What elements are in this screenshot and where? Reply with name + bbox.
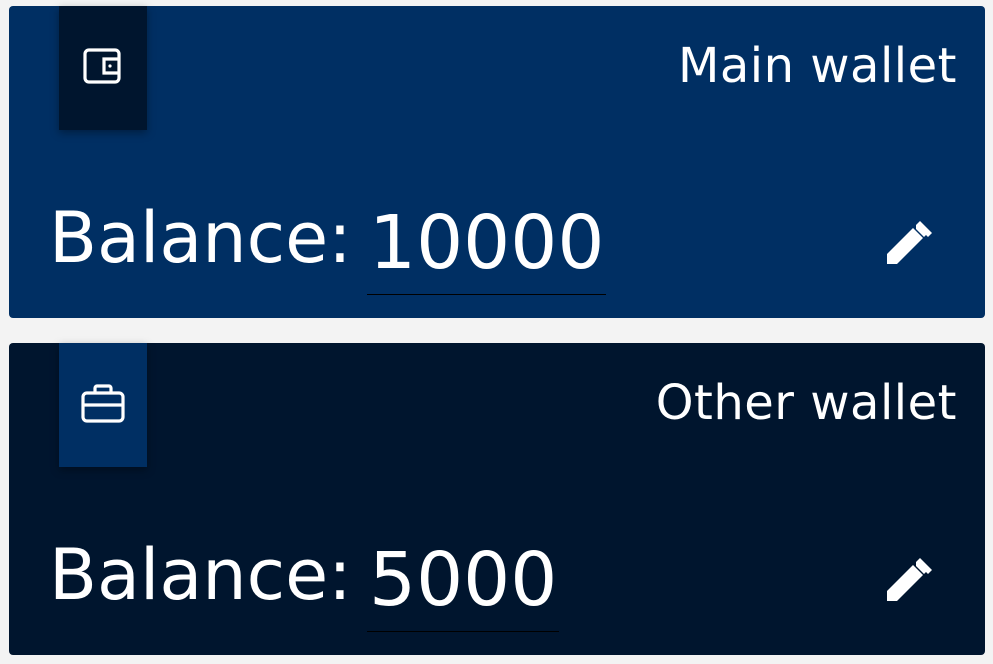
wallet-icon-tab <box>59 6 147 130</box>
balance-input[interactable]: 5000 <box>367 535 560 632</box>
edit-button[interactable] <box>879 551 939 611</box>
balance-label: Balance: <box>49 534 352 616</box>
wallet-card-other: Other wallet Balance: 5000 <box>9 343 985 655</box>
balance-value: 10000 <box>369 200 605 286</box>
wallet-icon <box>82 46 124 90</box>
briefcase-icon <box>80 383 126 427</box>
wallet-icon-tab <box>59 343 147 467</box>
wallet-name: Other wallet <box>655 375 957 431</box>
wallet-card-main: Main wallet Balance: 10000 <box>9 6 985 318</box>
balance-value: 5000 <box>369 537 558 623</box>
pencil-icon <box>883 555 935 607</box>
pencil-icon <box>883 218 935 270</box>
wallet-name: Main wallet <box>677 38 957 94</box>
balance-label: Balance: <box>49 197 352 279</box>
balance-input[interactable]: 10000 <box>367 198 607 295</box>
edit-button[interactable] <box>879 214 939 274</box>
